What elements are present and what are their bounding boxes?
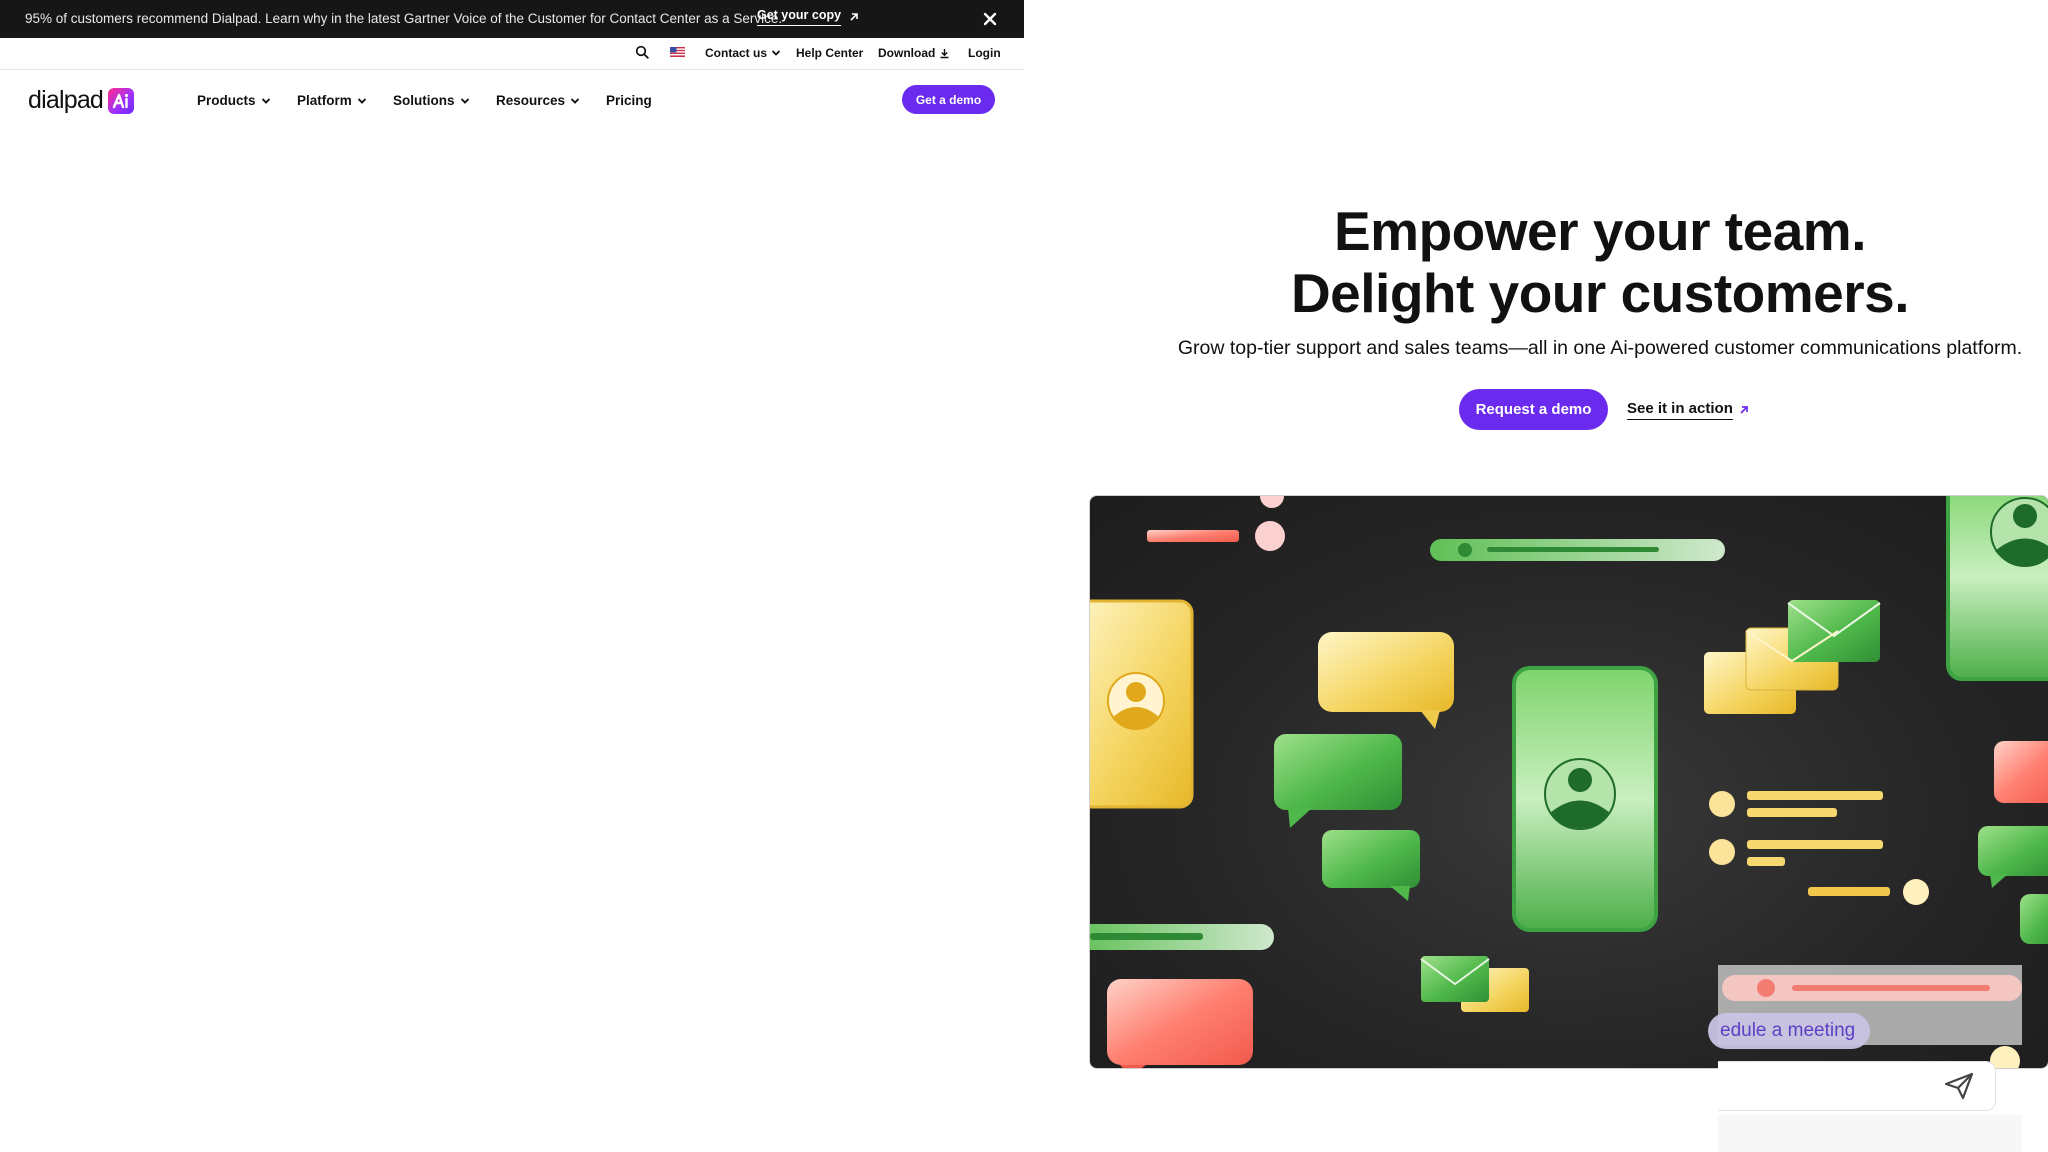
chevron-down-icon [460,97,469,104]
close-icon[interactable] [980,9,1000,29]
contact-us-menu[interactable]: Contact us [705,46,781,60]
download-icon [940,48,949,58]
get-your-copy-link[interactable]: Get your copy [757,8,859,26]
contact-us-label: Contact us [705,46,768,60]
green-chat-bubble-shape [1274,734,1402,810]
external-arrow-icon [1740,406,1748,414]
pink-dot-shape [1255,521,1285,551]
list-dot-shape [1709,791,1735,817]
chevron-down-icon [771,50,781,56]
list-line-shape [1808,887,1890,896]
list-line-shape [1747,857,1785,866]
get-your-copy-label: Get your copy [757,8,842,26]
see-it-in-action-link[interactable]: See it in action [1627,400,1749,420]
download-label: Download [878,46,936,60]
hero-title: Empower your team. Delight your customer… [1100,200,2048,324]
utility-nav: Contact us Help Center Download Login [0,38,1024,70]
nav-solutions-label: Solutions [393,93,455,108]
schedule-meeting-chip[interactable]: edule a meeting [1708,1013,1871,1049]
help-center-link[interactable]: Help Center [796,46,863,60]
nav-pricing[interactable]: Pricing [606,93,652,108]
red-card-shape [1107,979,1253,1065]
chevron-down-icon [357,97,366,104]
red-bar-shape [1147,530,1239,542]
announcement-bar: 95% of customers recommend Dialpad. Lear… [0,0,1024,38]
hero-subtitle: Grow top-tier support and sales teams—al… [1177,337,2023,359]
search-icon [635,45,649,59]
nav-products[interactable]: Products [197,93,271,108]
dialpad-logo[interactable]: dialpad [28,86,135,115]
nav-solutions[interactable]: Solutions [393,93,470,108]
green-chat-bubble-shape [1978,826,2048,876]
hero-title-line1: Empower your team. [1334,200,1866,262]
hero-title-line2: Delight your customers. [1290,262,1910,324]
list-line-shape [1747,840,1883,849]
list-line-shape [1747,808,1837,817]
nav-platform[interactable]: Platform [297,93,367,108]
envelope-icon [1421,956,1489,1002]
envelope-icon [1788,600,1880,662]
search-button[interactable] [635,45,649,59]
pink-dot-shape [1260,496,1284,508]
chevron-down-icon [570,97,580,104]
green-chat-bubble-shape [2020,894,2048,944]
send-icon[interactable] [1943,1071,1975,1101]
external-arrow-icon [850,13,858,21]
yellow-chat-bubble-shape [1318,632,1454,712]
login-link[interactable]: Login [968,46,1001,60]
logo-wordmark: dialpad [28,86,104,114]
nav-resources[interactable]: Resources [496,93,580,108]
list-dot-shape [1709,839,1735,865]
get-a-demo-button[interactable]: Get a demo [902,85,995,114]
download-link[interactable]: Download [878,46,950,60]
nav-resources-label: Resources [496,93,566,108]
red-card-shape [1994,741,2048,803]
chat-widget[interactable]: edule a meeting [1708,965,2022,1152]
announcement-message: 95% of customers recommend Dialpad. Lear… [25,11,783,26]
see-it-in-action-label: See it in action [1627,400,1733,420]
chat-widget-footer [1718,1115,2022,1152]
us-flag-icon[interactable] [670,47,685,57]
list-line-shape [1747,791,1883,800]
green-chat-bubble-shape [1322,830,1420,888]
main-nav: dialpad Products Platform Solutions Reso… [0,70,1024,132]
chevron-down-icon [261,97,270,104]
request-demo-button[interactable]: Request a demo [1459,389,1608,430]
list-dot-shape [1903,879,1929,905]
dialpad-ai-mark-icon [108,87,135,114]
nav-products-label: Products [197,93,256,108]
notification-pill-shape [1722,975,2022,1001]
nav-platform-label: Platform [297,93,352,108]
